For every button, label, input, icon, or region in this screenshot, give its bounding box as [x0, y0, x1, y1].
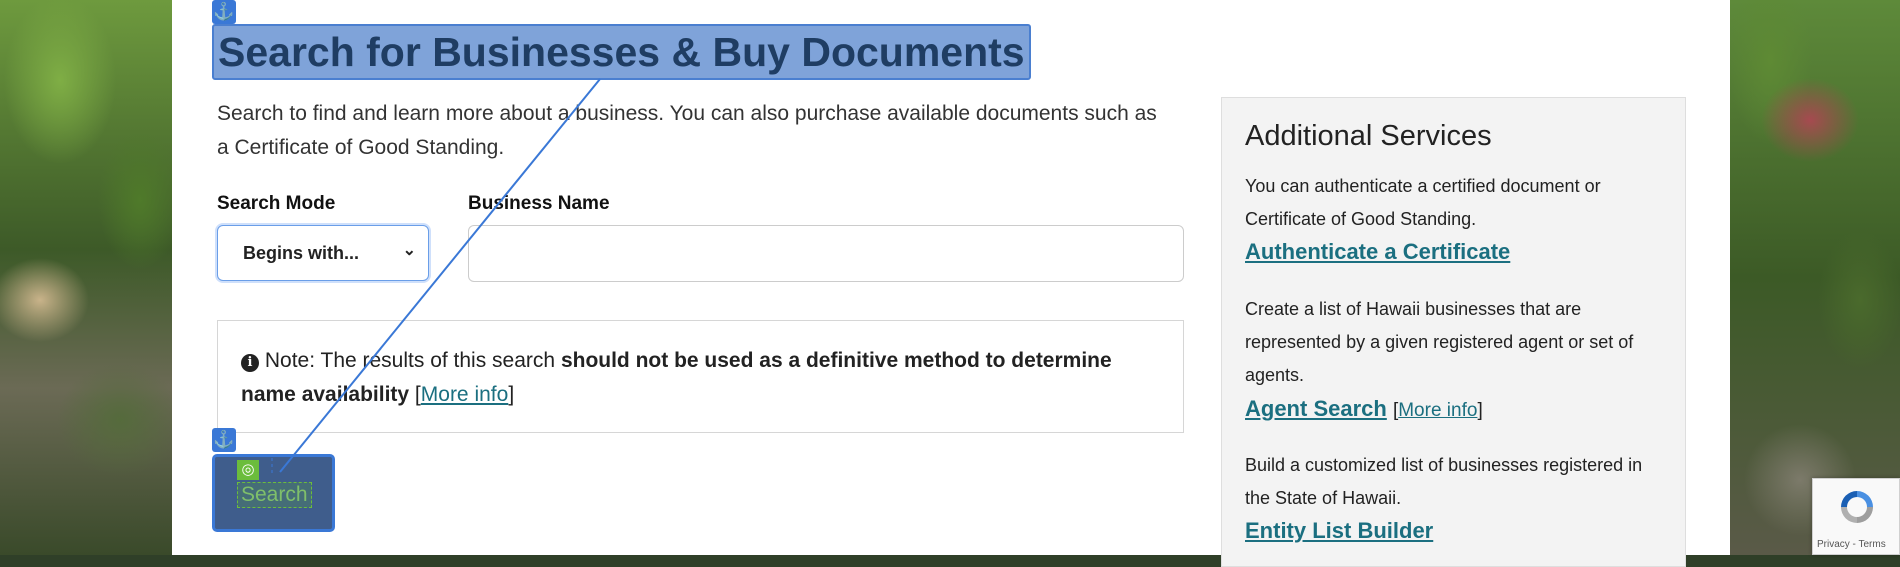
intro-text: Search to find and learn more about a bu…: [217, 102, 1157, 159]
anchor-icon[interactable]: ⚓: [212, 0, 236, 24]
agent-search-more-info-link[interactable]: More info: [1398, 400, 1477, 421]
note-more-info-link[interactable]: More info: [421, 383, 509, 406]
search-button-label: Search: [237, 482, 312, 508]
anchor-icon[interactable]: ⚓: [212, 428, 236, 452]
agent-search-link[interactable]: Agent Search: [1245, 396, 1387, 421]
note-box: i Note: The results of this search shoul…: [217, 320, 1184, 433]
recaptcha-icon: [1841, 491, 1873, 523]
authenticate-description: You can authenticate a certified documen…: [1245, 176, 1601, 229]
note-prefix: Note: The results of this search: [264, 349, 561, 372]
search-button[interactable]: ◎ Search: [212, 454, 335, 532]
entity-list-builder-link[interactable]: Entity List Builder: [1245, 518, 1433, 544]
agent-search-description: Create a list of Hawaii businesses that …: [1245, 299, 1634, 385]
background-photo-left: [0, 0, 172, 555]
business-name-label: Business Name: [468, 193, 610, 214]
recaptcha-terms[interactable]: Privacy - Terms: [1817, 539, 1886, 550]
additional-services-title: Additional Services: [1245, 120, 1492, 152]
recaptcha-badge[interactable]: Privacy - Terms: [1812, 478, 1900, 555]
page-title: Search for Businesses & Buy Documents: [212, 24, 1031, 80]
search-mode-value: Begins with...: [243, 243, 360, 263]
authenticate-certificate-link[interactable]: Authenticate a Certificate: [1245, 239, 1510, 265]
search-mode-label: Search Mode: [217, 193, 336, 214]
background-photo-right: [1730, 0, 1900, 555]
agent-search-row: Agent Search [More info]: [1245, 396, 1483, 421]
chevron-down-icon: ⌄: [402, 242, 416, 259]
info-circle-icon: i: [241, 354, 259, 372]
business-name-input[interactable]: [468, 225, 1184, 282]
search-mode-select[interactable]: Begins with... ⌄: [217, 225, 429, 281]
entity-list-description: Build a customized list of businesses re…: [1245, 455, 1643, 508]
target-icon: ◎: [237, 460, 259, 480]
